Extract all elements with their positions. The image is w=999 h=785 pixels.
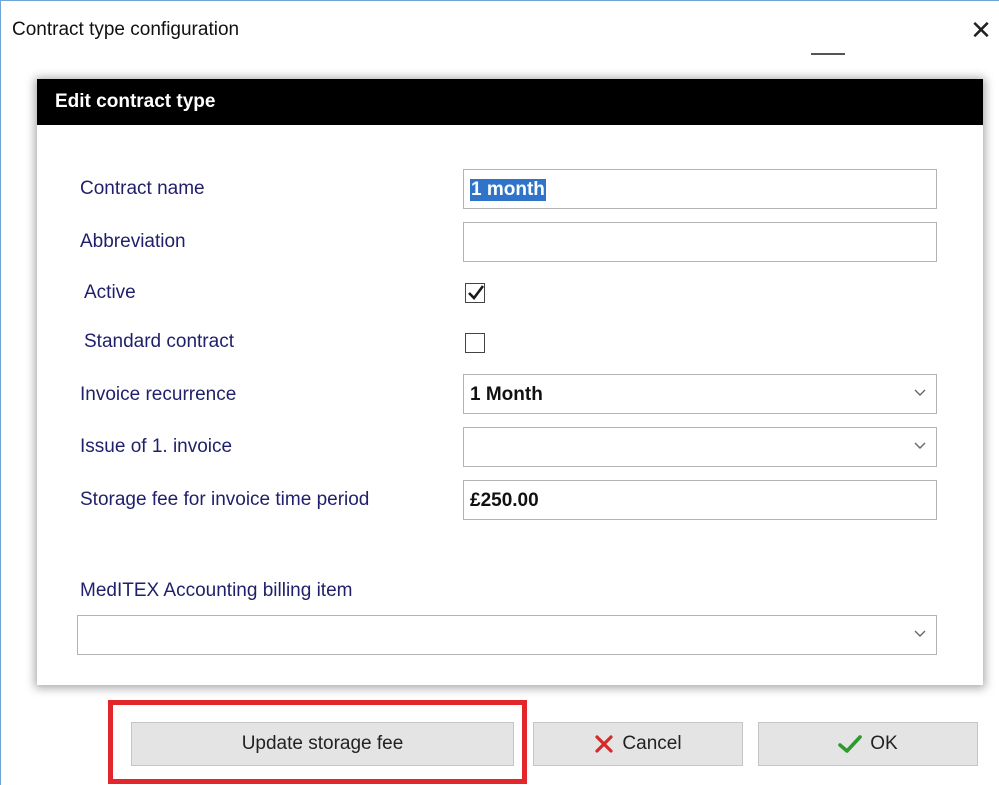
standard-contract-label: Standard contract (84, 331, 234, 352)
ok-label: OK (870, 733, 898, 754)
active-label: Active (84, 282, 136, 303)
dialog-window: Contract type configuration ✕ Edit contr… (0, 0, 999, 785)
active-checkbox[interactable] (465, 283, 485, 303)
green-check-icon (838, 734, 863, 754)
invoice-recurrence-label: Invoice recurrence (80, 384, 237, 405)
billing-item-select[interactable] (77, 615, 937, 655)
issue-first-invoice-label: Issue of 1. invoice (80, 436, 233, 457)
highlight-box (108, 700, 527, 784)
storage-fee-value: £250.00 (470, 490, 539, 511)
invoice-recurrence-select[interactable]: 1 Month (463, 374, 937, 414)
storage-fee-input[interactable]: £250.00 (463, 480, 937, 520)
title-bar: Contract type configuration ✕ (1, 1, 999, 63)
contract-name-value: 1 month (470, 179, 546, 201)
window-title: Contract type configuration (12, 19, 240, 40)
panel-title: Edit contract type (55, 91, 216, 112)
ok-button[interactable]: OK (758, 722, 978, 766)
abbreviation-label: Abbreviation (80, 231, 186, 252)
close-icon[interactable]: ✕ (966, 15, 996, 45)
cancel-button[interactable]: Cancel (533, 722, 743, 766)
standard-contract-checkbox[interactable] (465, 333, 485, 353)
invoice-recurrence-value: 1 Month (470, 384, 543, 405)
abbreviation-input[interactable] (463, 222, 937, 262)
billing-item-label: MedITEX Accounting billing item (80, 580, 353, 601)
checkmark-icon (468, 285, 485, 300)
chevron-down-icon (914, 389, 926, 396)
issue-first-invoice-select[interactable] (463, 427, 937, 467)
chevron-down-icon (914, 442, 926, 449)
chevron-down-icon (914, 630, 926, 637)
contract-name-label: Contract name (80, 178, 205, 199)
contract-name-input[interactable]: 1 month (463, 169, 937, 209)
cancel-label: Cancel (622, 733, 682, 754)
storage-fee-label: Storage fee for invoice time period (80, 489, 370, 510)
panel-header: Edit contract type (37, 79, 983, 125)
red-x-icon (594, 734, 614, 754)
title-separator (811, 53, 845, 55)
